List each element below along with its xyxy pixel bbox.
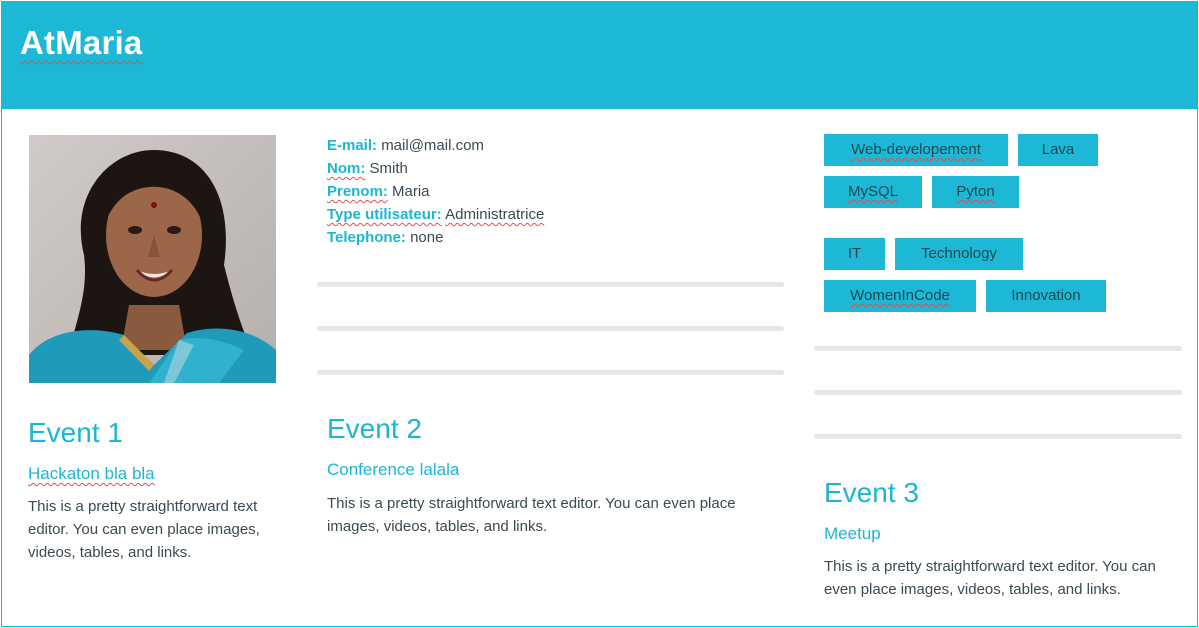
- prenom-value: Maria: [392, 183, 430, 200]
- event-2-subtitle-text: Conference lalala: [327, 460, 460, 479]
- divider: [317, 282, 784, 287]
- tag-innovation[interactable]: Innovation: [986, 280, 1106, 312]
- type-label: Type utilisateur:: [327, 206, 442, 223]
- tag-pyton[interactable]: Pyton: [932, 176, 1019, 208]
- brand-title[interactable]: AtMaria: [20, 24, 142, 62]
- prenom-label: Prenom:: [327, 183, 388, 200]
- divider: [814, 346, 1182, 351]
- info-type-row: Type utilisateur: Administratrice: [327, 203, 544, 226]
- event-1-title: Event 1: [28, 417, 123, 448]
- telephone-value: none: [410, 229, 444, 246]
- email-label: E-mail:: [327, 137, 378, 154]
- info-prenom-row: Prenom: Maria: [327, 180, 544, 203]
- tag-label: Innovation: [1011, 287, 1081, 304]
- tag-label: Lava: [1041, 141, 1075, 158]
- event-2-description: This is a pretty straightforward text ed…: [327, 495, 736, 535]
- event-3-subtitle[interactable]: Meetup: [824, 524, 881, 544]
- profile-photo: [29, 135, 276, 383]
- info-telephone-row: Telephone: none: [327, 226, 544, 249]
- tag-it[interactable]: IT: [824, 238, 885, 270]
- nom-value: Smith: [369, 160, 408, 177]
- info-nom-row: Nom: Smith: [327, 157, 544, 180]
- profile-info: E-mail: mail@mail.com Nom: Smith Prenom:…: [327, 134, 544, 249]
- email-value: mail@mail.com: [381, 137, 484, 154]
- tag-label: WomenInCode: [850, 287, 950, 304]
- event-3-title: Event 3: [824, 477, 919, 508]
- event-2-subtitle[interactable]: Conference lalala: [327, 460, 459, 480]
- event-1-subtitle[interactable]: Hackaton bla bla: [28, 464, 155, 484]
- tag-technology[interactable]: Technology: [895, 238, 1023, 270]
- tag-label: IT: [847, 245, 862, 262]
- info-email-row: E-mail: mail@mail.com: [327, 134, 544, 157]
- tag-label: Technology: [921, 245, 997, 262]
- type-value: Administratrice: [445, 206, 545, 223]
- tag-label: Web-developement: [851, 141, 981, 158]
- telephone-label: Telephone:: [327, 229, 406, 246]
- tag-web-developement[interactable]: Web-developement: [824, 134, 1008, 166]
- tag-label: MySQL: [847, 183, 898, 200]
- divider: [814, 434, 1182, 439]
- tag-womenincode[interactable]: WomenInCode: [824, 280, 976, 312]
- divider: [317, 370, 784, 375]
- divider: [317, 326, 784, 331]
- tag-lava[interactable]: Lava: [1018, 134, 1098, 166]
- header-banner: AtMaria: [2, 2, 1197, 109]
- event-1-description: This is a pretty straightforward text ed…: [28, 498, 260, 561]
- event-3-description: This is a pretty straightforward text ed…: [824, 558, 1156, 598]
- tag-mysql[interactable]: MySQL: [824, 176, 922, 208]
- tag-label: Pyton: [956, 183, 995, 200]
- nom-label: Nom:: [327, 160, 366, 177]
- event-2-title: Event 2: [327, 413, 422, 444]
- divider: [814, 390, 1182, 395]
